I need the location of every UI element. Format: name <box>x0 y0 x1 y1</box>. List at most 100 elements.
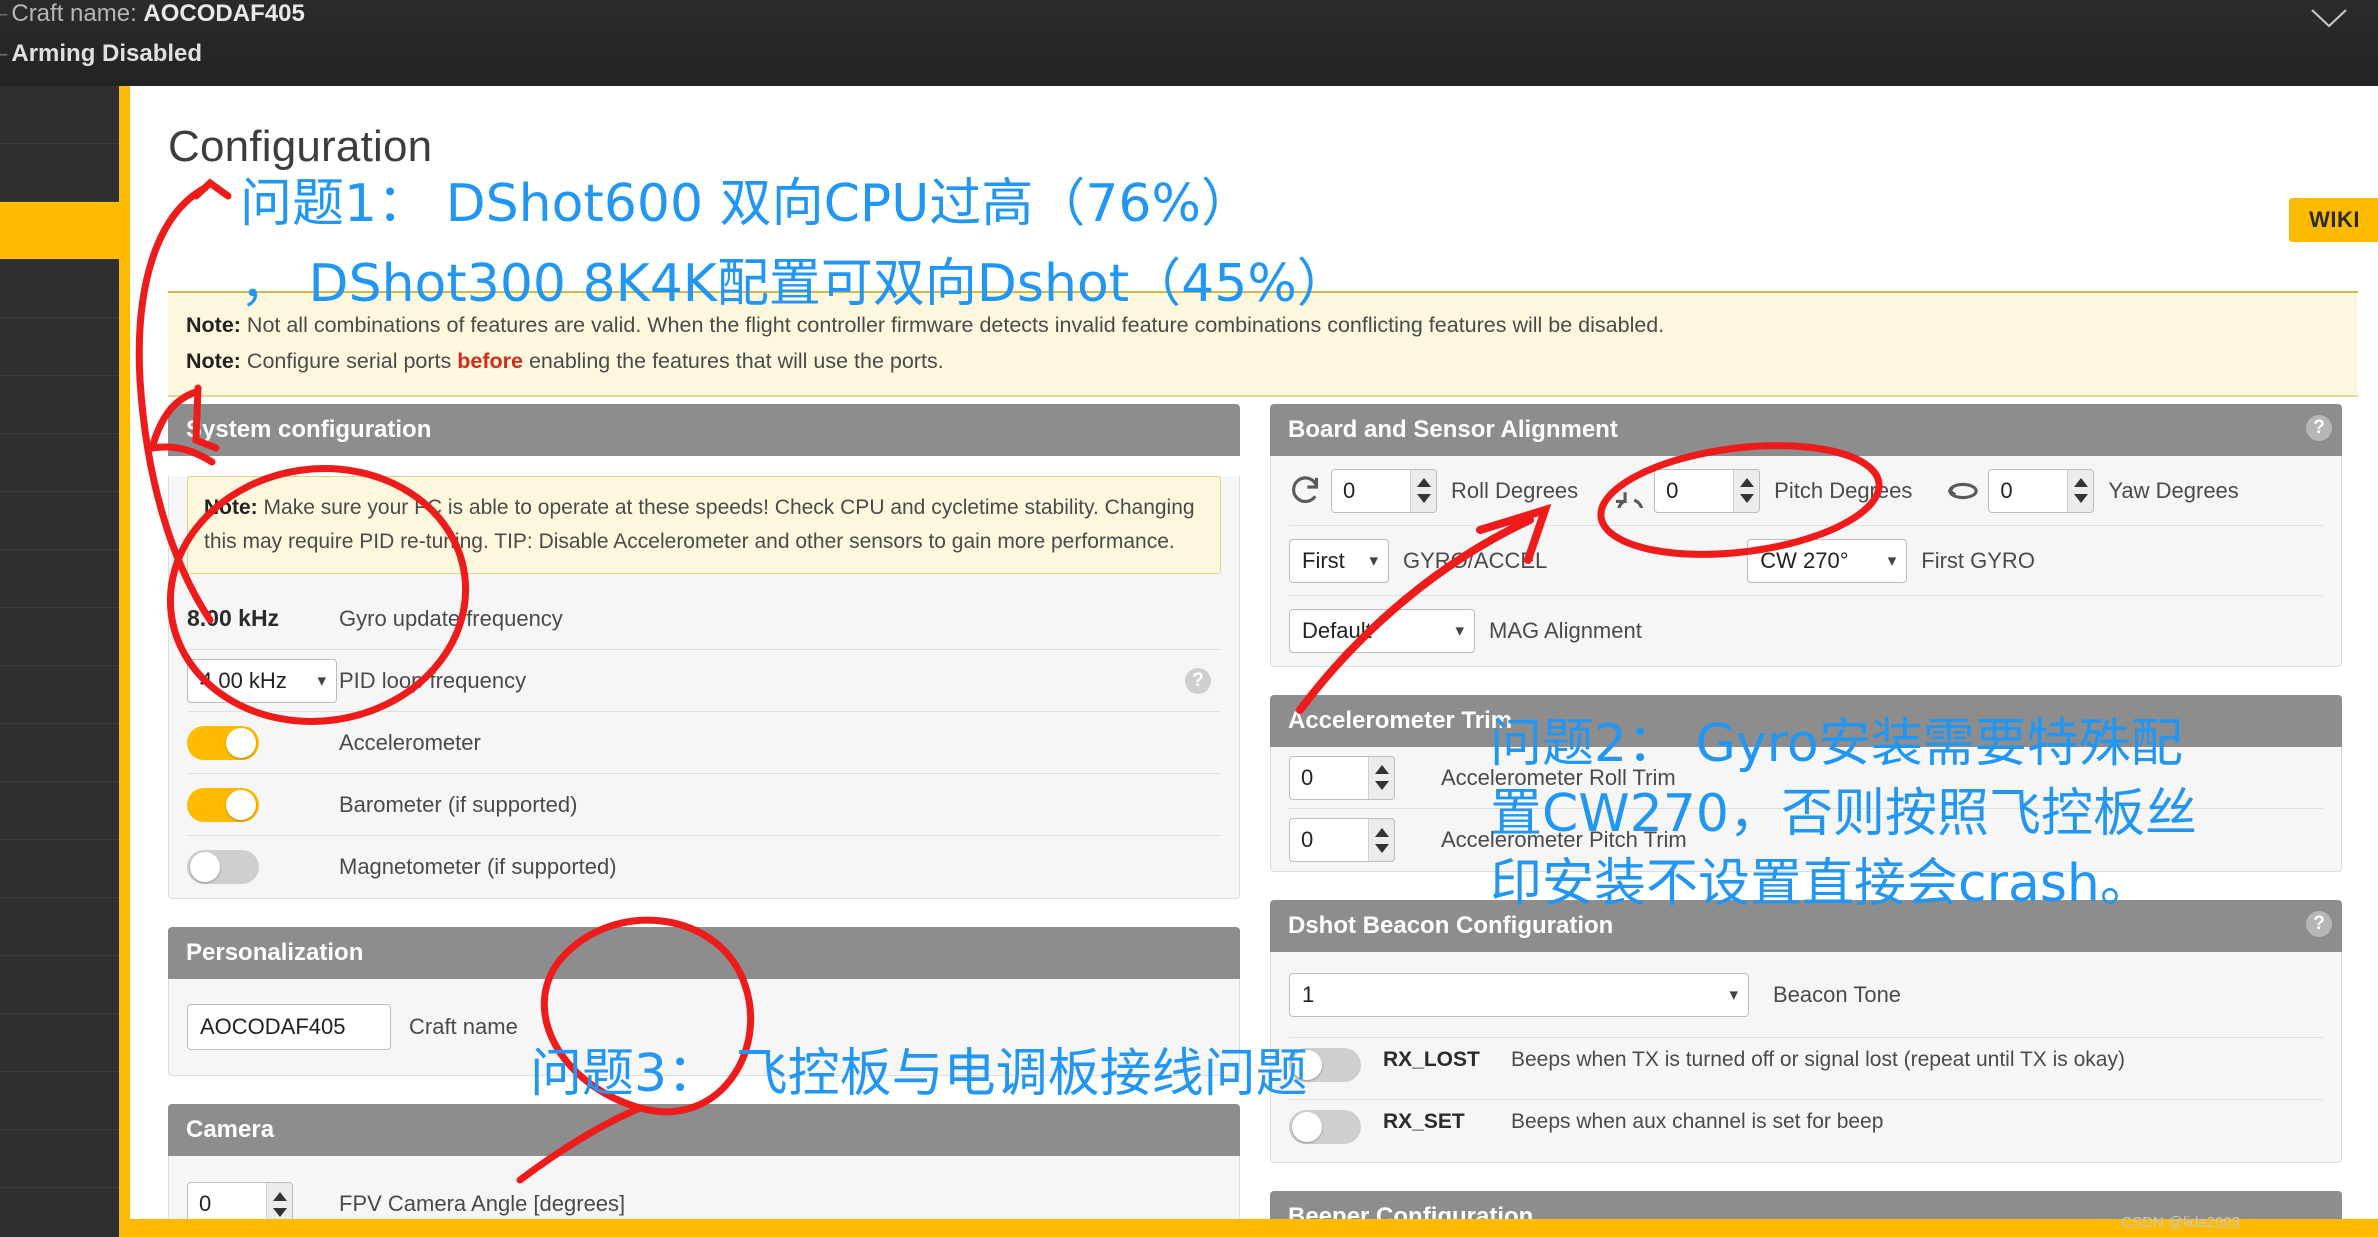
sidebar-item-2[interactable] <box>0 144 119 202</box>
stepper-arrows[interactable] <box>1368 819 1394 861</box>
first-gyro-select-value: CW 270° <box>1760 547 1849 573</box>
stepper-up-icon[interactable] <box>1374 765 1389 774</box>
mag-alignment-select[interactable]: Default ▾ <box>1289 609 1475 653</box>
row-gyro-accel-alignment: First ▾ GYRO/ACCEL CW 270° ▾ First GYRO <box>1289 526 2323 596</box>
stepper-arrows[interactable] <box>2067 469 2094 512</box>
panel-title-system-configuration: System configuration <box>168 404 1240 456</box>
accel-roll-trim-stepper[interactable]: 0 <box>1289 755 1395 800</box>
sidebar-item-14[interactable] <box>0 840 119 898</box>
craft-name-slot: AOCODAF405 <box>187 1004 409 1050</box>
craft-name-input[interactable]: AOCODAF405 <box>187 1004 391 1050</box>
dshot-beacon-help-icon[interactable]: ? <box>2306 911 2332 937</box>
rx-lost-toggle[interactable] <box>1289 1048 1361 1082</box>
panel-title-text-board-alignment: Board and Sensor Alignment <box>1288 416 1618 443</box>
gyro-accel-select[interactable]: First ▾ <box>1289 538 1389 583</box>
sidebar-item-6[interactable] <box>0 376 119 434</box>
accelerometer-toggle[interactable] <box>187 725 259 760</box>
beacon-tone-select[interactable]: 1 ▾ <box>1289 972 1749 1017</box>
note-label-2: Note: <box>186 349 241 373</box>
gyro-update-frequency-label: Gyro update frequency <box>339 605 563 631</box>
group-yaw-degrees: 0 Yaw Degrees <box>1946 468 2239 513</box>
stepper-down-icon[interactable] <box>2073 494 2088 503</box>
sidebar-item-5[interactable] <box>0 318 119 376</box>
sidebar-item-16[interactable] <box>0 956 119 1014</box>
craft-name-label: Craft name: <box>11 0 137 27</box>
stepper-down-icon[interactable] <box>1739 494 1754 503</box>
stepper-down-icon[interactable] <box>1416 494 1431 503</box>
sidebar-item-1[interactable] <box>0 86 119 144</box>
stepper-down-icon[interactable] <box>1374 781 1389 790</box>
sidebar-item-19[interactable] <box>0 1130 119 1188</box>
stepper-down-icon[interactable] <box>272 1207 287 1217</box>
chevron-down-icon <box>2309 5 2349 36</box>
sidebar-item-20[interactable] <box>0 1188 119 1237</box>
yaw-degrees-stepper[interactable]: 0 <box>1988 468 2095 513</box>
accel-pitch-trim-value[interactable]: 0 <box>1290 819 1368 861</box>
sidebar-item-12[interactable] <box>0 724 119 782</box>
arming-status-text: Arming Disabled <box>11 40 203 67</box>
panel-title-dshot-beacon: Dshot Beacon Configuration ? <box>1270 900 2342 952</box>
row-magnetometer: Magnetometer (if supported) <box>187 836 1221 898</box>
sidebar-item-17[interactable] <box>0 1014 119 1072</box>
sidebar-item-10[interactable] <box>0 608 119 666</box>
stepper-down-icon[interactable] <box>1374 843 1389 853</box>
sidebar-item-9[interactable] <box>0 550 119 608</box>
sidebar-item-18[interactable] <box>0 1072 119 1130</box>
rx-set-toggle[interactable] <box>1289 1110 1361 1144</box>
mag-alignment-select-value: Default <box>1302 618 1372 643</box>
note-label-1: Note: <box>186 313 241 337</box>
page-title: Configuration <box>168 122 433 171</box>
yaw-degrees-value[interactable]: 0 <box>1989 470 2067 512</box>
stepper-up-icon[interactable] <box>1374 827 1389 837</box>
gyro-accel-label: GYRO/ACCEL <box>1403 547 1548 573</box>
stepper-up-icon[interactable] <box>2073 478 2088 487</box>
sidebar-item-configuration-active[interactable] <box>0 202 119 260</box>
board-alignment-help-icon[interactable]: ? <box>2306 415 2332 441</box>
system-config-note: Note: Make sure your FC is able to opera… <box>187 476 1221 574</box>
wiki-button[interactable]: WIKI <box>2289 198 2378 242</box>
rx-set-desc: Beeps when aux channel is set for beep <box>1511 1110 1884 1133</box>
pid-loop-frequency-select[interactable]: 4.00 kHz ▾ <box>187 658 337 703</box>
accelerometer-label: Accelerometer <box>339 729 481 755</box>
sidebar-item-13[interactable] <box>0 782 119 840</box>
accel-roll-trim-label: Accelerometer Roll Trim <box>1441 764 1676 790</box>
stepper-arrows[interactable] <box>1368 756 1394 799</box>
beacon-tone-label: Beacon Tone <box>1773 981 1902 1007</box>
dash-separator-2: – <box>0 40 7 67</box>
row-mag-alignment: Default ▾ MAG Alignment <box>1289 596 2323 666</box>
stepper-arrows[interactable] <box>1733 469 1760 512</box>
top-notes-box: Note: Not all combinations of features a… <box>168 291 2358 397</box>
roll-degrees-value[interactable]: 0 <box>1332 470 1410 512</box>
sidebar-item-15[interactable] <box>0 898 119 956</box>
panel-board-sensor-alignment: Board and Sensor Alignment ? 0 Roll Degr… <box>1270 404 2342 667</box>
dash-separator: – <box>0 0 7 27</box>
app-root: –Craft name: AOCODAF405 –Arming Disabled <box>0 0 2378 1237</box>
stepper-up-icon[interactable] <box>272 1191 287 1201</box>
stepper-up-icon[interactable] <box>1739 478 1754 487</box>
sidebar-item-4[interactable] <box>0 260 119 318</box>
accel-pitch-trim-slot: 0 <box>1289 818 1441 862</box>
panel-camera: Camera 0 FPV Camera Angle [degrees] <box>168 1104 1240 1237</box>
sidebar-item-8[interactable] <box>0 492 119 550</box>
magnetometer-toggle[interactable] <box>187 850 259 884</box>
sidebar-item-11[interactable] <box>0 666 119 724</box>
stepper-arrows[interactable] <box>1410 469 1436 512</box>
accel-pitch-trim-stepper[interactable]: 0 <box>1289 818 1395 862</box>
pid-loop-help-icon[interactable]: ? <box>1185 667 1211 694</box>
row-gyro-update-frequency: 8.00 kHz Gyro update frequency <box>187 588 1221 650</box>
pitch-degrees-value[interactable]: 0 <box>1655 470 1733 512</box>
pitch-degrees-stepper[interactable]: 0 <box>1654 468 1761 513</box>
accelerometer-toggle-slot <box>187 725 339 760</box>
roll-degrees-stepper[interactable]: 0 <box>1331 468 1437 513</box>
rx-lost-desc: Beeps when TX is turned off or signal lo… <box>1511 1048 2125 1071</box>
roll-icon <box>1289 474 1323 508</box>
note-text-2-highlight: before <box>457 349 523 373</box>
first-gyro-select[interactable]: CW 270° ▾ <box>1747 538 1908 583</box>
accel-roll-trim-slot: 0 <box>1289 755 1441 800</box>
barometer-toggle[interactable] <box>187 787 259 822</box>
expand-collapse-button[interactable] <box>2302 0 2356 40</box>
toggle-knob <box>1292 1050 1322 1080</box>
stepper-up-icon[interactable] <box>1416 478 1431 487</box>
accel-roll-trim-value[interactable]: 0 <box>1290 757 1368 799</box>
sidebar-item-7[interactable] <box>0 434 119 492</box>
